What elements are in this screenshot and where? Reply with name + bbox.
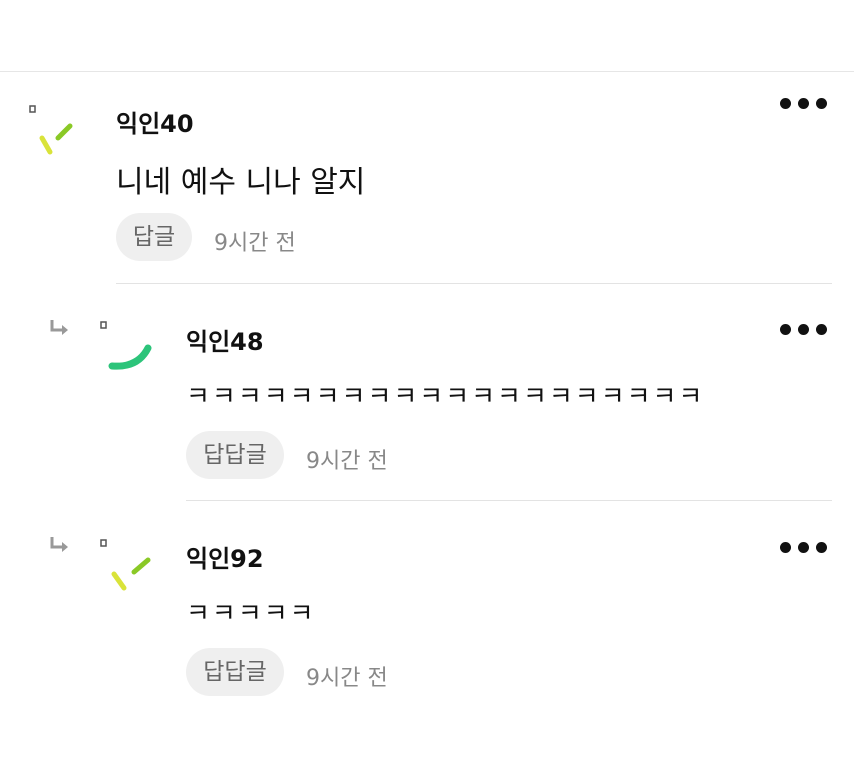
more-dots-icon [780,98,791,109]
more-dots-icon [780,542,791,553]
reply-arrow-icon [48,535,74,555]
comment-text: ㅋㅋㅋㅋㅋㅋㅋㅋㅋㅋㅋㅋㅋㅋㅋㅋㅋㅋㅋㅋ [186,382,705,412]
comment-text: 니네 예수 니나 알지 [116,165,366,200]
top-divider [0,71,854,72]
comment-author: 익인48 [186,328,264,356]
avatar[interactable] [92,316,162,386]
avatar-icon [100,539,151,591]
avatar-icon [29,105,73,155]
comment-author: 익인40 [116,110,194,138]
more-dots-icon [780,324,791,335]
comment-time: 9시간 전 [306,449,388,474]
comment-text: ㅋㅋㅋㅋㅋ [186,599,316,629]
comment-time: 9시간 전 [306,666,388,691]
reply-button[interactable]: 답답글 [186,648,284,696]
avatar-icon [100,321,152,370]
more-options-button[interactable] [780,98,828,110]
comment-divider [186,500,832,501]
comment-author: 익인92 [186,545,264,573]
comment-divider [116,283,832,284]
more-options-button[interactable] [780,542,828,554]
more-options-button[interactable] [780,324,828,336]
reply-button[interactable]: 답글 [116,213,192,261]
reply-button[interactable]: 답답글 [186,431,284,479]
avatar[interactable] [22,100,92,170]
reply-arrow-icon [48,318,74,338]
comment-time: 9시간 전 [214,231,296,256]
avatar[interactable] [92,534,162,604]
